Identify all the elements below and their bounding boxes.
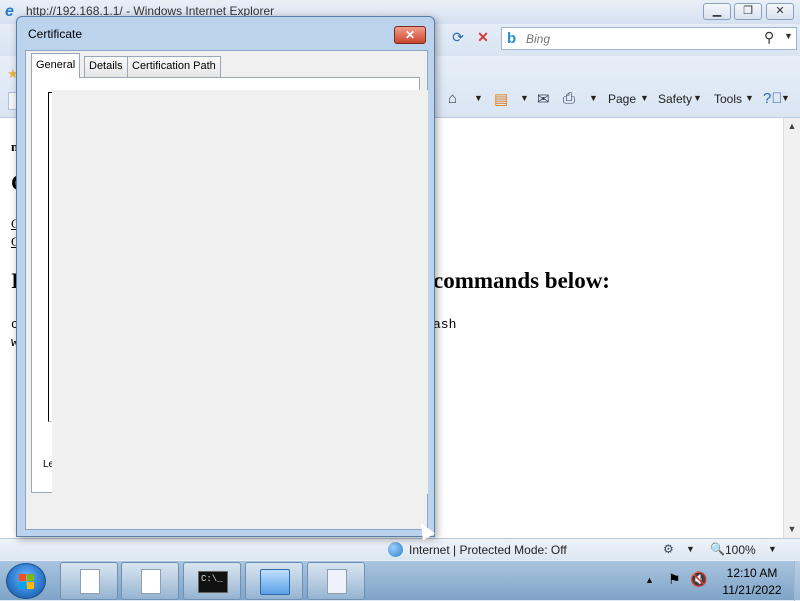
vertical-scrollbar[interactable]: ▲ ▼ [783,118,800,538]
certificate-dialog: Certificate ✕ General Details Certificat… [16,16,435,537]
dialog-close-button[interactable]: ✕ [394,26,426,44]
show-hidden-icons-icon[interactable]: ▲ [645,575,654,585]
search-dropdown-icon[interactable]: ▼ [784,31,793,41]
command-prompt-icon: C:\_ [198,571,228,593]
help-icon[interactable]: ?⃝ [763,90,783,107]
taskbar: C:\_ ▲ ⚑ 🔇 12:10 AM 11/21/2022 [0,560,800,601]
security-zone-text[interactable]: Internet | Protected Mode: Off [409,543,567,557]
document-icon [141,569,161,594]
maximize-button[interactable]: ❐ [734,3,762,20]
general-tab-panel: Le [31,77,428,494]
taskbar-document-button[interactable] [60,562,118,600]
control-panel-icon [260,569,290,595]
scroll-up-icon[interactable]: ▲ [784,118,800,135]
action-center-flag-icon[interactable]: ⚑ [668,571,681,588]
bing-icon: b [507,30,517,47]
page-menu[interactable]: Page [608,92,636,106]
close-button[interactable]: ✕ [766,3,794,20]
security-dropdown-icon[interactable]: ▼ [686,544,695,554]
document-icon [327,569,347,594]
clock-date[interactable]: 11/21/2022 [712,583,792,597]
home-icon[interactable]: ⌂ [448,90,457,107]
taskbar-control-panel-button[interactable] [245,562,303,600]
zoom-icon[interactable]: 🔍 [710,542,725,556]
security-status-icon[interactable]: ⚙ [663,542,674,556]
search-input[interactable]: Bing [526,32,550,46]
search-icon[interactable]: ⚲ [764,29,774,46]
code-line-fragment: ash [433,317,457,332]
page-dropdown-icon[interactable]: ▼ [640,93,649,103]
network-muted-icon[interactable]: 🔇 [690,571,707,588]
safety-menu[interactable]: Safety [658,92,692,106]
stop-icon[interactable]: ✕ [472,29,494,49]
print-dropdown-icon[interactable]: ▼ [589,93,598,103]
feeds-dropdown-icon[interactable]: ▼ [520,93,529,103]
show-desktop-button[interactable] [794,561,800,601]
refresh-icon[interactable]: ⟳ [447,29,469,49]
dialog-title: Certificate [28,27,83,41]
dialog-client-area: General Details Certification Path Le [25,50,428,530]
windows-logo-icon [19,574,35,590]
commands-heading: commands below: [433,268,610,293]
taskbar-document-button[interactable] [121,562,179,600]
status-bar: Internet | Protected Mode: Off ⚙ ▼ 🔍 100… [0,538,800,560]
globe-icon [388,542,403,557]
search-box[interactable]: b Bing ⚲ ▼ [501,27,797,50]
document-icon [80,569,100,594]
minimize-button[interactable]: ▁ [703,3,731,20]
feeds-icon[interactable]: ▤ [494,90,508,108]
zoom-level[interactable]: 100% [725,543,756,557]
taskbar-document-button[interactable] [307,562,365,600]
home-dropdown-icon[interactable]: ▼ [474,93,483,103]
clock-time[interactable]: 12:10 AM [712,566,792,580]
start-button[interactable] [6,563,46,599]
zoom-dropdown-icon[interactable]: ▼ [768,544,777,554]
tab-certification-path[interactable]: Certification Path [127,56,221,77]
ie-icon: e [5,3,14,20]
unrendered-area [52,90,428,494]
scroll-down-icon[interactable]: ▼ [784,521,800,538]
help-dropdown-icon[interactable]: ▼ [781,93,790,103]
safety-dropdown-icon[interactable]: ▼ [693,93,702,103]
mail-icon[interactable]: ✉ [537,90,550,108]
tab-details[interactable]: Details [84,56,128,77]
tools-dropdown-icon[interactable]: ▼ [745,93,754,103]
taskbar-cmd-button[interactable]: C:\_ [183,562,241,600]
tools-menu[interactable]: Tools [714,92,742,106]
tab-general[interactable]: General [31,53,81,78]
print-icon[interactable]: ⎙ [563,90,575,107]
